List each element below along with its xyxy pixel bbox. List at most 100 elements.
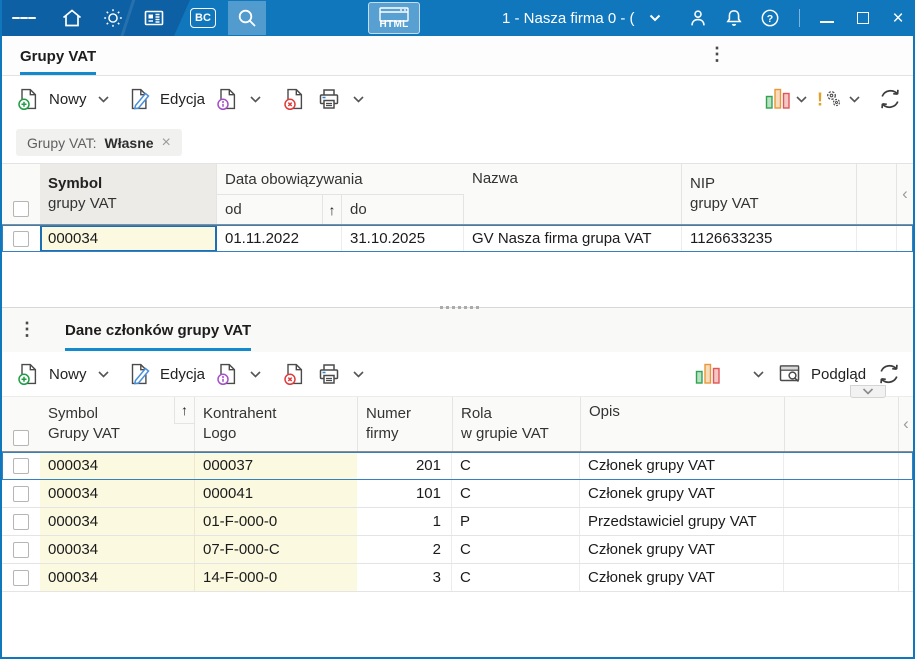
cell-nip[interactable]: 1126633235 — [682, 225, 857, 252]
col-header-od[interactable]: od — [217, 194, 322, 224]
cell-numer[interactable]: 3 — [357, 564, 452, 591]
refresh-button[interactable] — [877, 76, 903, 122]
select-all-checkbox[interactable] — [13, 429, 29, 446]
chart-options-chevron[interactable] — [796, 76, 807, 122]
col-header-opis[interactable]: Opis — [580, 397, 784, 451]
table-row[interactable]: 000034 01-F-000-0 1 P Przedstawiciel gru… — [2, 508, 913, 536]
cell-numer[interactable]: 1 — [357, 508, 452, 535]
table-row[interactable]: 000034 14-F-000-0 3 C Członek grupy VAT — [2, 564, 913, 592]
cell-symbol[interactable]: 000034 — [40, 225, 217, 252]
cell-kontrahent[interactable]: 000037 — [194, 452, 357, 479]
cell-numer[interactable]: 101 — [357, 480, 452, 507]
company-selector[interactable]: 1 - Nasza firma 0 - ( — [502, 0, 661, 36]
cell-rola[interactable]: C — [452, 536, 580, 563]
bc-badge-icon[interactable]: BC — [190, 8, 216, 28]
cell-do[interactable]: 31.10.2025 — [342, 225, 464, 252]
new-button[interactable]: Nowy — [16, 76, 109, 122]
user-icon[interactable] — [686, 6, 710, 30]
cell-symbol[interactable]: 000034 — [40, 564, 194, 591]
print-button[interactable] — [316, 352, 364, 396]
minimize-button[interactable] — [812, 0, 842, 36]
assistant-sun-icon[interactable] — [101, 6, 125, 30]
cell-symbol[interactable]: 000034 — [40, 508, 194, 535]
cell-rola[interactable]: C — [452, 452, 580, 479]
cell-nazwa[interactable]: GV Nasza firma grupa VAT — [464, 225, 682, 252]
info-document-button[interactable] — [215, 352, 261, 396]
cell-kontrahent[interactable]: 07-F-000-C — [194, 536, 357, 563]
bell-icon[interactable] — [722, 6, 746, 30]
tab-dane-czlonkow[interactable]: Dane członków grupy VAT — [65, 308, 252, 353]
col-header-symbol[interactable]: Symbol grupy VAT — [40, 164, 217, 224]
row-checkbox[interactable] — [13, 230, 29, 247]
edit-button[interactable]: Edycja — [127, 352, 205, 396]
chart-options-chevron[interactable] — [753, 352, 764, 396]
cell-symbol[interactable]: 000034 — [40, 480, 194, 507]
col-header-rola[interactable]: Rola w grupie VAT — [452, 397, 580, 451]
cell-numer[interactable]: 2 — [357, 536, 452, 563]
operations-chevron[interactable] — [849, 76, 860, 122]
info-document-button[interactable] — [215, 76, 261, 122]
sort-ascending-icon[interactable]: ↑ — [322, 194, 342, 224]
cell-opis[interactable]: Członek grupy VAT — [580, 536, 784, 563]
table-row[interactable]: 000034 07-F-000-C 2 C Członek grupy VAT — [2, 536, 913, 564]
table-row[interactable]: 000034 000041 101 C Członek grupy VAT — [2, 480, 913, 508]
toolbar-expander-button[interactable] — [850, 385, 886, 398]
filter-chip[interactable]: Grupy VAT: Własne × — [16, 129, 182, 156]
search-button[interactable] — [228, 1, 266, 35]
col-header-nip[interactable]: NIP grupy VAT — [682, 164, 857, 224]
cell-opis[interactable]: Członek grupy VAT — [580, 452, 784, 479]
row-checkbox[interactable] — [13, 513, 29, 530]
cell-kontrahent[interactable]: 000041 — [194, 480, 357, 507]
detail-table-header: Symbol Grupy VAT ↑ Kontrahent Logo Numer… — [2, 396, 913, 452]
cell-rola[interactable]: C — [452, 480, 580, 507]
cell-symbol[interactable]: 000034 — [40, 536, 194, 563]
page-menu-kebab-icon[interactable]: ⋮ — [708, 44, 726, 68]
cell-symbol[interactable]: 000034 — [40, 452, 194, 479]
help-icon[interactable]: ? — [758, 6, 782, 30]
row-checkbox[interactable] — [13, 457, 29, 474]
tab-grupy-vat[interactable]: Grupy VAT — [20, 36, 97, 76]
filter-chip-close-icon[interactable]: × — [162, 134, 171, 152]
news-icon[interactable] — [142, 6, 166, 30]
operations-button[interactable]: ! — [815, 76, 842, 122]
col-header-do[interactable]: do — [342, 194, 464, 224]
col-header-symbol[interactable]: Symbol Grupy VAT — [40, 397, 174, 451]
cell-numer[interactable]: 201 — [357, 452, 452, 479]
row-checkbox[interactable] — [13, 541, 29, 558]
sort-ascending-icon[interactable]: ↑ — [174, 397, 194, 424]
home-icon[interactable] — [60, 6, 84, 30]
collapse-panel-icon[interactable]: ‹ — [897, 164, 913, 224]
cell-rola[interactable]: C — [452, 564, 580, 591]
analysis-chart-button[interactable] — [765, 76, 791, 122]
cell-opis[interactable]: Przedstawiciel grupy VAT — [580, 508, 784, 535]
splitter-handle[interactable] — [440, 305, 480, 310]
table-row[interactable]: 000034 000037 201 C Członek grupy VAT — [2, 452, 913, 480]
detail-menu-kebab-icon[interactable]: ⋮ — [18, 319, 36, 343]
row-checkbox[interactable] — [13, 485, 29, 502]
cell-opis[interactable]: Członek grupy VAT — [580, 480, 784, 507]
maximize-button[interactable] — [848, 0, 878, 36]
cell-kontrahent[interactable]: 14-F-000-0 — [194, 564, 357, 591]
row-select-cell — [2, 508, 40, 535]
analysis-chart-button[interactable] — [695, 352, 721, 396]
col-header-data-obowiazywania[interactable]: Data obowiązywania — [217, 164, 464, 194]
delete-button[interactable] — [282, 352, 306, 396]
edit-button[interactable]: Edycja — [127, 76, 205, 122]
cell-rola[interactable]: P — [452, 508, 580, 535]
col-header-numer[interactable]: Numer firmy — [357, 397, 452, 451]
collapse-panel-icon[interactable]: ‹ — [899, 397, 913, 451]
delete-button[interactable] — [282, 76, 306, 122]
new-button[interactable]: Nowy — [16, 352, 109, 396]
cell-od[interactable]: 01.11.2022 — [217, 225, 342, 252]
cell-kontrahent[interactable]: 01-F-000-0 — [194, 508, 357, 535]
master-table-row[interactable]: 000034 01.11.2022 31.10.2025 GV Nasza fi… — [2, 225, 913, 252]
row-checkbox[interactable] — [13, 569, 29, 586]
print-button[interactable] — [316, 76, 364, 122]
html-window-button[interactable]: HTML — [368, 2, 420, 34]
select-all-checkbox[interactable] — [13, 201, 29, 217]
close-button[interactable]: × — [883, 0, 913, 36]
menu-icon[interactable] — [12, 6, 36, 30]
col-header-kontrahent[interactable]: Kontrahent Logo — [194, 397, 357, 451]
col-header-nazwa[interactable]: Nazwa — [464, 164, 682, 224]
cell-opis[interactable]: Członek grupy VAT — [580, 564, 784, 591]
